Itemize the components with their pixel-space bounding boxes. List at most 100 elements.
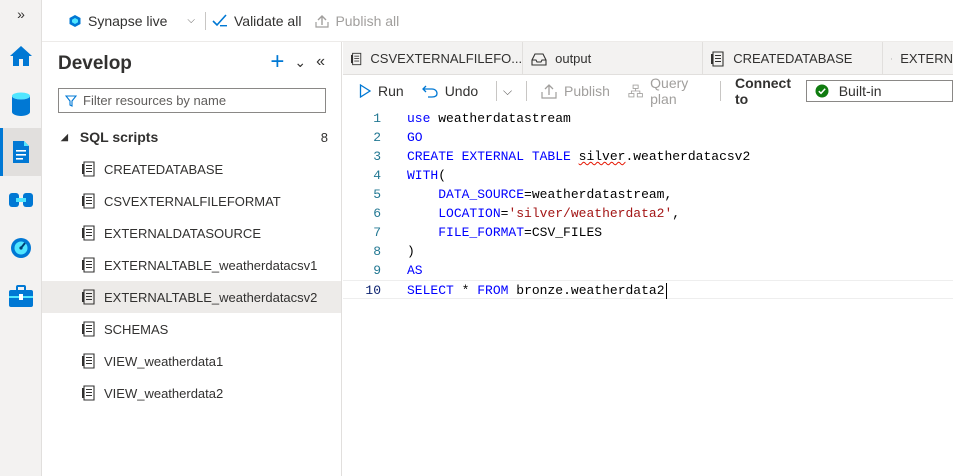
code-line: 6 LOCATION='silver/weatherdata2', xyxy=(343,204,953,223)
code-text: DATA_SOURCE=weatherdatastream, xyxy=(438,187,673,202)
publish-icon xyxy=(541,84,557,99)
code-text: FILE_FORMAT=CSV_FILES xyxy=(438,225,603,240)
list-item-selected[interactable]: EXTERNALTABLE_weatherdatacsv2 xyxy=(42,281,341,313)
list-item[interactable]: EXTERNALTABLE_weatherdatacsv1 xyxy=(42,249,341,281)
list-item-label: SCHEMAS xyxy=(104,321,169,337)
filter-input[interactable] xyxy=(83,93,313,108)
code-text: AS xyxy=(407,263,423,278)
pane-title: Develop xyxy=(58,53,132,74)
script-icon xyxy=(82,257,95,273)
editor-toolbar: Run Undo ⌵ Publish Query plan Connect to… xyxy=(343,75,953,107)
play-icon xyxy=(359,84,371,98)
code-text: CREATE EXTERNAL TABLE silver.weatherdata… xyxy=(407,149,751,164)
develop-nav-button[interactable] xyxy=(0,128,42,176)
integrate-nav-button[interactable] xyxy=(0,176,42,224)
caret-down-icon: ◢ xyxy=(61,131,68,142)
list-item[interactable]: SCHEMAS xyxy=(42,313,341,345)
code-line: 4 WITH( xyxy=(343,166,953,185)
list-item-label: VIEW_weatherdata1 xyxy=(104,353,224,369)
divider xyxy=(526,81,527,101)
connection-value: Built-in xyxy=(838,83,882,99)
line-number: 7 xyxy=(373,225,381,240)
query-plan-label: Query plan xyxy=(650,75,689,107)
code-line: 7 FILE_FORMAT=CSV_FILES xyxy=(343,223,953,242)
script-icon xyxy=(891,57,893,60)
check-circle-icon xyxy=(815,84,829,98)
code-text: SELECT * FROM bronze.weatherdata2 xyxy=(407,282,667,299)
sql-scripts-section[interactable]: ◢ SQL scripts 8 xyxy=(58,126,328,148)
publish-icon xyxy=(315,14,330,28)
tab-label: output xyxy=(555,51,592,66)
list-item[interactable]: EXTERNALDATASOURCE xyxy=(42,217,341,249)
tab-output[interactable]: output xyxy=(523,42,704,75)
line-number: 8 xyxy=(373,244,381,259)
publish-button[interactable]: Publish xyxy=(541,83,610,99)
filter-icon xyxy=(65,94,77,107)
list-item[interactable]: CSVEXTERNALFILEFORMAT xyxy=(42,185,341,217)
left-rail: » xyxy=(0,0,42,476)
tab-external[interactable]: EXTERN xyxy=(883,42,953,75)
publish-all-button[interactable]: Publish all xyxy=(315,13,399,29)
monitor-nav-button[interactable] xyxy=(0,224,42,272)
script-icon xyxy=(711,50,724,67)
manage-icon xyxy=(9,285,33,307)
expand-rail-icon[interactable]: » xyxy=(0,6,42,22)
code-text: WITH( xyxy=(407,168,447,183)
list-item-label: EXTERNALTABLE_weatherdatacsv2 xyxy=(104,289,318,305)
develop-icon xyxy=(13,141,29,163)
line-number: 10 xyxy=(365,283,381,298)
line-number: 6 xyxy=(373,206,381,221)
line-number: 5 xyxy=(373,187,381,202)
validate-all-button[interactable]: Validate all xyxy=(212,13,301,29)
tab-createdatabase[interactable]: CREATEDATABASE xyxy=(703,42,884,75)
list-item[interactable]: VIEW_weatherdata1 xyxy=(42,345,341,377)
code-line-current: 10 SELECT * FROM bronze.weatherdata2 xyxy=(343,280,953,299)
code-text: GO xyxy=(407,130,423,145)
data-icon xyxy=(12,92,30,116)
line-number: 3 xyxy=(373,149,381,164)
live-mode-label: Synapse live xyxy=(88,12,168,29)
script-icon xyxy=(82,225,95,241)
home-icon xyxy=(10,46,32,66)
home-nav-button[interactable] xyxy=(0,32,42,80)
query-plan-button[interactable]: Query plan xyxy=(628,75,708,107)
script-icon xyxy=(82,193,95,209)
list-item[interactable]: CREATEDATABASE xyxy=(42,153,341,185)
tab-label: EXTERN xyxy=(900,51,953,66)
code-line: 8 ) xyxy=(343,242,953,261)
list-item[interactable]: VIEW_weatherdata2 xyxy=(42,377,341,409)
code-line: 9 AS xyxy=(343,261,953,280)
connection-select[interactable]: Built-in xyxy=(805,80,953,102)
list-item-label: EXTERNALDATASOURCE xyxy=(104,225,261,241)
text-cursor xyxy=(665,282,667,299)
database-icon xyxy=(531,52,547,66)
list-item-label: VIEW_weatherdata2 xyxy=(104,385,224,401)
query-plan-icon xyxy=(628,84,643,98)
add-icon[interactable]: + xyxy=(270,50,284,74)
script-icon xyxy=(351,52,362,65)
filter-box[interactable] xyxy=(58,88,326,113)
code-text: LOCATION='silver/weatherdata2', xyxy=(438,206,681,221)
line-number: 2 xyxy=(373,130,381,145)
run-button[interactable]: Run xyxy=(359,83,404,99)
chevron-down-icon[interactable]: ⌵ xyxy=(503,84,512,99)
manage-nav-button[interactable] xyxy=(0,272,42,320)
tab-csvexternalfileformat[interactable]: CSVEXTERNALFILEFO... xyxy=(343,42,524,75)
code-editor[interactable]: 1 use weatherdatastream 2 GO 3 CREATE EX… xyxy=(343,108,953,476)
collapse-all-icon[interactable]: ⌄ xyxy=(294,52,306,72)
live-mode-dropdown[interactable]: Synapse live ⌵ xyxy=(68,13,195,29)
validate-icon xyxy=(212,13,227,26)
code-line: 2 GO xyxy=(343,128,953,147)
pane-actions: + ⌄ « xyxy=(270,50,325,74)
list-item-label: CSVEXTERNALFILEFORMAT xyxy=(104,193,281,209)
connect-to-label: Connect to xyxy=(734,75,791,107)
script-icon xyxy=(82,161,95,177)
undo-icon xyxy=(421,85,438,98)
collapse-pane-icon[interactable]: « xyxy=(316,52,325,72)
undo-button[interactable]: Undo xyxy=(421,83,478,99)
divider xyxy=(496,81,498,101)
tab-label: CREATEDATABASE xyxy=(733,51,853,66)
data-nav-button[interactable] xyxy=(0,80,42,128)
monitor-icon xyxy=(11,238,31,258)
code-text: use weatherdatastream xyxy=(407,111,571,126)
